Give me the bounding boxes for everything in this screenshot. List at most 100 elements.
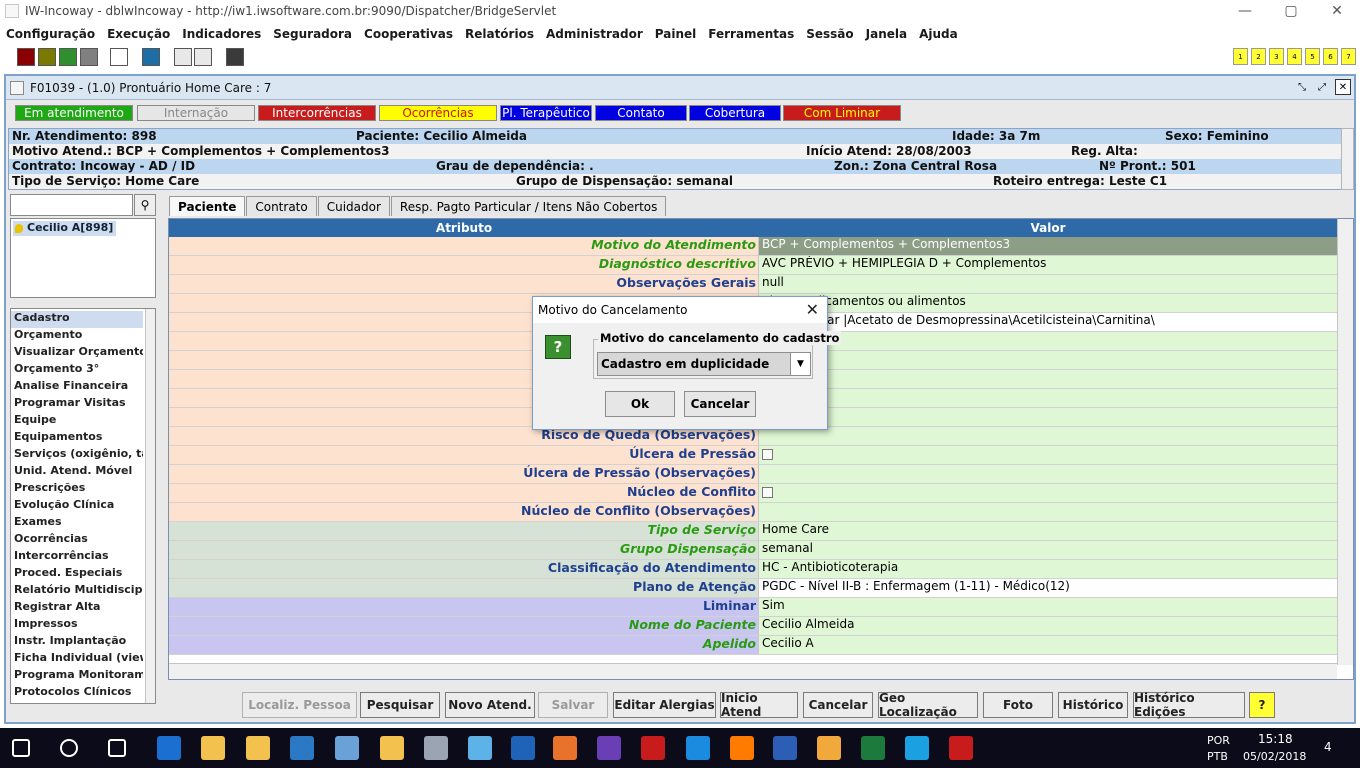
grid-value-cell[interactable]: semanal (759, 541, 1337, 559)
grid-value-cell[interactable]: rutos do mar |Acetato de Desmopressina\A… (759, 313, 1337, 331)
side-menu-item[interactable]: Relatório Multidisciplina (11, 583, 143, 600)
grid-row[interactable]: Classificação do Atendimento HC - Antibio… (169, 560, 1337, 579)
grid-row[interactable]: Úlcera de Pressão (169, 446, 1337, 465)
desktop-1-button[interactable]: 1 (1233, 48, 1248, 65)
search-icon[interactable]: ⚲ (134, 194, 156, 216)
side-menu-item[interactable]: Prescrições (11, 481, 143, 498)
patient-search-input[interactable] (10, 194, 133, 216)
side-menu-item[interactable]: Ocorrências (11, 532, 143, 549)
outlook-mail-icon[interactable] (511, 736, 535, 760)
dialog-close-icon[interactable]: ✕ (806, 300, 819, 319)
grid-row[interactable]: Núcleo de Conflito (Observações) (169, 503, 1337, 522)
minimize-button[interactable]: — (1222, 0, 1268, 22)
security-icon[interactable] (641, 736, 665, 760)
toolbar-blue-button[interactable] (142, 48, 160, 66)
grid-value-cell[interactable]: gia a medicamentos ou alimentos (759, 294, 1337, 312)
side-menu-item[interactable]: Registrar Alta (11, 600, 143, 617)
pdf-icon[interactable] (949, 736, 973, 760)
side-menu-item[interactable]: Serviços (oxigênio, taxa (11, 447, 143, 464)
side-menu-item[interactable]: Orçamento (11, 328, 143, 345)
java-icon[interactable] (553, 736, 577, 760)
lang-secondary[interactable]: PTB (1207, 750, 1228, 763)
toolbar-windows-icon[interactable] (194, 48, 212, 66)
cortana-icon[interactable] (60, 739, 78, 757)
desktop-6-button[interactable]: 6 (1323, 48, 1338, 65)
excel-icon[interactable] (861, 736, 885, 760)
clock-date[interactable]: 05/02/2018 (1243, 750, 1306, 763)
side-menu-item[interactable]: Equipe (11, 413, 143, 430)
grid-vertical-scrollbar[interactable] (1337, 219, 1353, 665)
info-scrollbar[interactable] (1341, 128, 1354, 190)
novo-atend-button[interactable]: Novo Atend. (445, 692, 535, 718)
menu-configuracao[interactable]: Configuração (0, 27, 101, 41)
grid-value-cell[interactable] (759, 370, 1337, 388)
editar-alergias-button[interactable]: Editar Alergias (613, 692, 716, 718)
toolbar-gray-button[interactable] (80, 48, 98, 66)
laptop-icon[interactable] (335, 736, 359, 760)
status-cobertura[interactable]: Cobertura (689, 105, 781, 121)
side-menu-item[interactable]: Proced. Especiais (11, 566, 143, 583)
word-icon[interactable] (773, 736, 797, 760)
side-menu-item[interactable]: Instr. Implantação (11, 634, 143, 651)
menu-painel[interactable]: Painel (649, 27, 702, 41)
frame-close-icon[interactable]: ✕ (1335, 79, 1351, 95)
notepad-icon[interactable] (468, 736, 492, 760)
notifications-count[interactable]: 4 (1324, 740, 1332, 754)
toolbar-red-button[interactable] (17, 48, 35, 66)
grid-value-cell[interactable] (759, 332, 1337, 350)
side-menu-item[interactable]: Intercorrências (11, 549, 143, 566)
grid-value-cell[interactable] (759, 408, 1337, 426)
historico-edicoes-button[interactable]: Histórico Edições (1133, 691, 1245, 719)
grid-row[interactable]: Nome do Paciente Cecilio Almeida (169, 617, 1337, 636)
desktop-5-button[interactable]: 5 (1305, 48, 1320, 65)
menu-sessao[interactable]: Sessão (800, 27, 859, 41)
toolbar-dark-button[interactable] (226, 48, 244, 66)
grid-value-cell[interactable]: Cecilio Almeida (759, 617, 1337, 635)
localiz-pessoa-button[interactable]: Localiz. Pessoa (242, 692, 357, 718)
grid-row[interactable]: Apelido Cecilio A (169, 636, 1337, 655)
tab-cuidador[interactable]: Cuidador (317, 196, 390, 216)
menu-cooperativas[interactable]: Cooperativas (358, 27, 459, 41)
grid-value-cell[interactable] (759, 446, 1337, 464)
menu-indicadores[interactable]: Indicadores (176, 27, 267, 41)
side-menu-item[interactable]: Exames (11, 515, 143, 532)
ie-icon[interactable] (686, 736, 710, 760)
side-menu-scrollbar[interactable] (145, 309, 155, 703)
lang-primary[interactable]: POR (1207, 734, 1230, 747)
menu-execucao[interactable]: Execução (101, 27, 176, 41)
windows-icon[interactable] (12, 739, 30, 757)
dialog-ok-button[interactable]: Ok (605, 391, 675, 417)
close-button[interactable]: ✕ (1314, 0, 1360, 22)
file-explorer-icon[interactable] (201, 736, 225, 760)
side-menu-item[interactable]: Visualizar Orçamento (11, 345, 143, 362)
edge-icon[interactable] (157, 736, 181, 760)
toolbar-green-button[interactable] (59, 48, 77, 66)
grid-checkbox[interactable] (762, 487, 773, 498)
status-internacao[interactable]: Internação (137, 105, 255, 121)
grid-value-cell[interactable]: Cecilio A (759, 636, 1337, 654)
side-menu-item[interactable]: Cadastro (11, 311, 143, 328)
desktop-3-button[interactable]: 3 (1269, 48, 1284, 65)
reason-select[interactable]: Cadastro em duplicidade ▼ (597, 352, 811, 376)
visual-studio-icon[interactable] (597, 736, 621, 760)
geo-localizacao-button[interactable]: Geo Localização (878, 691, 978, 719)
tab-paciente[interactable]: Paciente (169, 196, 246, 216)
desktop-2-button[interactable]: 2 (1251, 48, 1266, 65)
menu-relatorios[interactable]: Relatórios (459, 27, 540, 41)
grid-value-cell[interactable] (759, 484, 1337, 502)
help-button[interactable]: ? (1249, 692, 1275, 718)
historico-button[interactable]: Histórico (1058, 692, 1128, 718)
grid-value-cell[interactable] (759, 503, 1337, 521)
grid-value-cell[interactable]: null (759, 275, 1337, 293)
status-em-atendimento[interactable]: Em atendimento (15, 105, 133, 121)
grid-value-cell[interactable]: Sim (759, 598, 1337, 616)
folder-icon[interactable] (380, 736, 404, 760)
side-menu-item[interactable]: Programa Monitorame (11, 668, 143, 685)
grid-checkbox[interactable] (762, 449, 773, 460)
grid-value-cell[interactable]: PGDC - Nível II-B : Enfermagem (1-11) - … (759, 579, 1337, 597)
side-menu-item[interactable]: Equipamentos (11, 430, 143, 447)
toolbar-white-button[interactable] (110, 48, 128, 66)
status-ocorrencias[interactable]: Ocorrências (379, 105, 497, 121)
side-menu-item[interactable]: Evolução Clínica (11, 498, 143, 515)
grid-row[interactable]: Úlcera de Pressão (Observações) (169, 465, 1337, 484)
